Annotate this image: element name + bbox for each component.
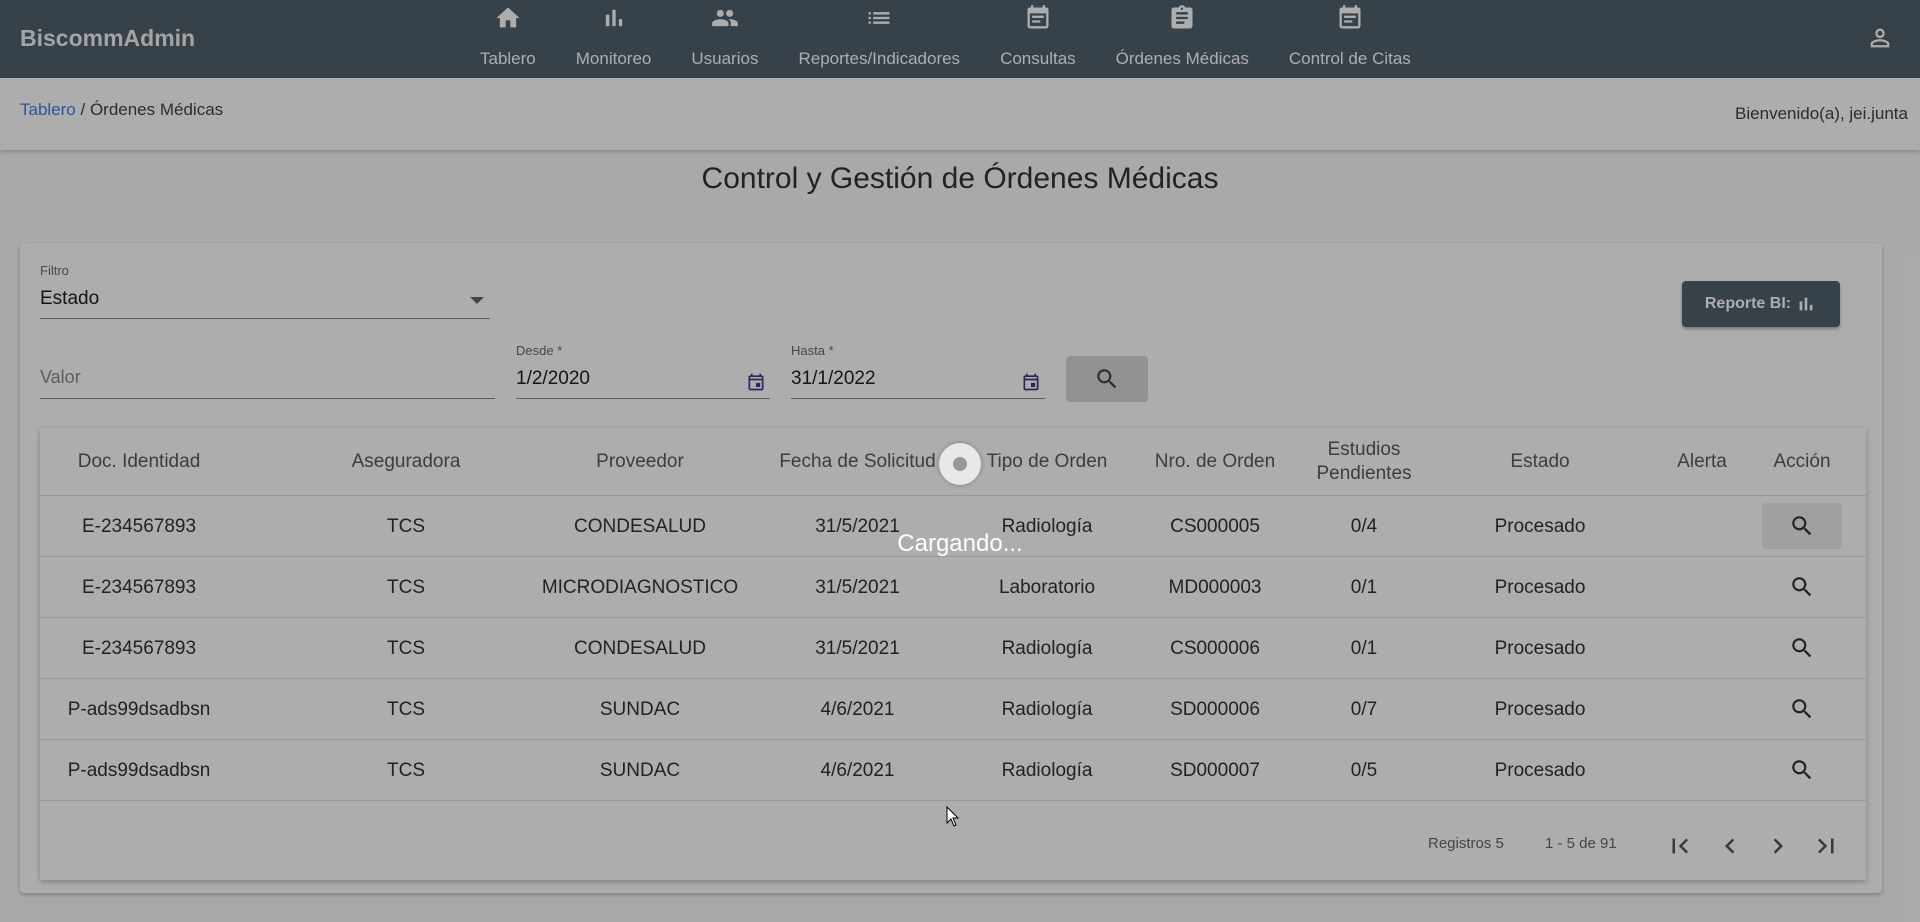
loading-text: Cargando... [897,530,1023,557]
mouse-cursor-icon [946,806,960,827]
loading-spinner-icon [939,443,981,485]
